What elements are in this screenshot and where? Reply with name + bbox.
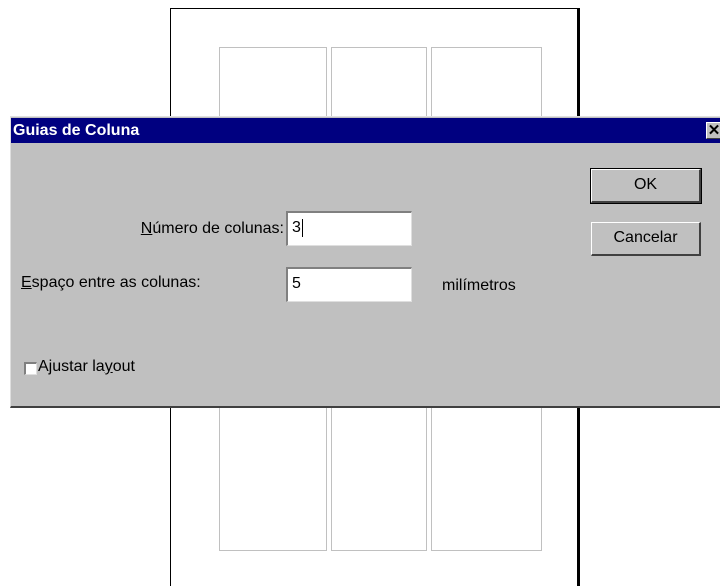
adjust-layout-label[interactable]: Ajustar layout: [38, 358, 135, 376]
dialog-titlebar[interactable]: Guias de Coluna ✕: [11, 118, 720, 143]
columns-label: Número de colunas:: [140, 220, 284, 237]
column-guides-dialog: Guias de Coluna ✕ Número de colunas: 3 E…: [10, 116, 720, 408]
ok-button[interactable]: OK: [590, 168, 702, 204]
adjust-layout-checkbox[interactable]: [24, 362, 37, 375]
close-icon[interactable]: ✕: [706, 122, 720, 139]
dialog-title: Guias de Coluna: [13, 122, 140, 139]
spacing-unit-label: milímetros: [442, 277, 516, 294]
spacing-input[interactable]: 5: [286, 267, 412, 302]
text-caret: [301, 219, 303, 237]
columns-input[interactable]: 3: [286, 211, 412, 246]
cancel-button[interactable]: Cancelar: [591, 222, 701, 256]
spacing-label: Espaço entre as colunas:: [21, 274, 201, 291]
